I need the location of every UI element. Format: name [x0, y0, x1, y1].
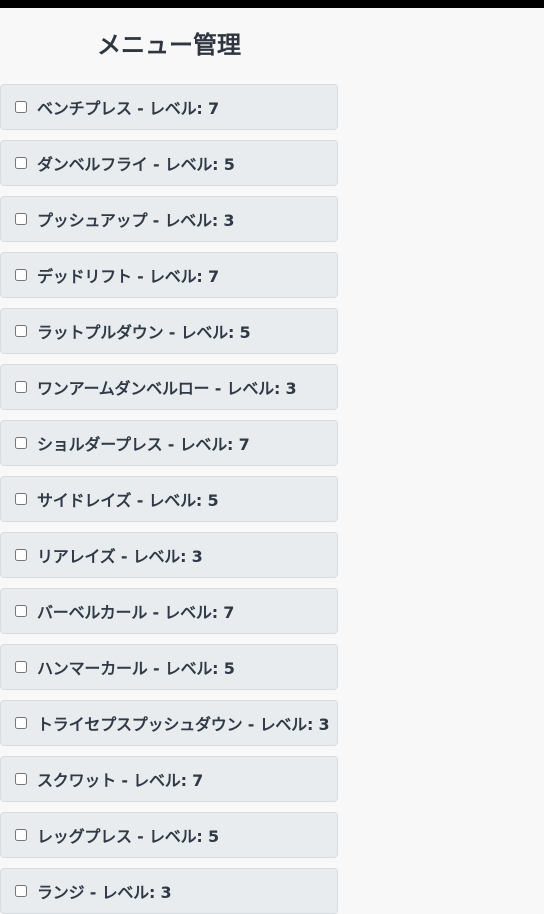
item-label: ダンベルフライ - レベル: 5	[37, 155, 235, 174]
item-label: プッシュアップ - レベル: 3	[37, 211, 235, 230]
list-item[interactable]: デッドリフト - レベル: 7	[0, 252, 338, 298]
item-checkbox[interactable]	[15, 269, 27, 281]
list-item[interactable]: ショルダープレス - レベル: 7	[0, 420, 338, 466]
item-checkbox[interactable]	[15, 325, 27, 337]
list-item[interactable]: ランジ - レベル: 3	[0, 868, 338, 914]
menu-list: ベンチプレス - レベル: 7 ダンベルフライ - レベル: 5 プッシュアップ…	[0, 84, 338, 914]
item-label: レッグプレス - レベル: 5	[37, 827, 219, 846]
item-checkbox[interactable]	[15, 101, 27, 113]
item-checkbox[interactable]	[15, 381, 27, 393]
page-title: メニュー管理	[97, 31, 241, 59]
top-bar	[0, 0, 544, 8]
item-label: バーベルカール - レベル: 7	[37, 603, 235, 622]
list-item[interactable]: トライセプスプッシュダウン - レベル: 3	[0, 700, 338, 746]
item-checkbox[interactable]	[15, 157, 27, 169]
item-checkbox[interactable]	[15, 661, 27, 673]
item-label: リアレイズ - レベル: 3	[37, 547, 203, 566]
list-item[interactable]: ラットプルダウン - レベル: 5	[0, 308, 338, 354]
item-checkbox[interactable]	[15, 829, 27, 841]
item-checkbox[interactable]	[15, 437, 27, 449]
list-item[interactable]: リアレイズ - レベル: 3	[0, 532, 338, 578]
item-label: ベンチプレス - レベル: 7	[37, 99, 219, 118]
item-label: トライセプスプッシュダウン - レベル: 3	[37, 715, 330, 734]
list-item[interactable]: スクワット - レベル: 7	[0, 756, 338, 802]
item-label: デッドリフト - レベル: 7	[37, 267, 219, 286]
item-checkbox[interactable]	[15, 717, 27, 729]
item-label: ワンアームダンベルロー - レベル: 3	[37, 379, 297, 398]
list-item[interactable]: ベンチプレス - レベル: 7	[0, 84, 338, 130]
item-label: ランジ - レベル: 3	[37, 883, 172, 902]
list-item[interactable]: ワンアームダンベルロー - レベル: 3	[0, 364, 338, 410]
list-item[interactable]: サイドレイズ - レベル: 5	[0, 476, 338, 522]
item-label: スクワット - レベル: 7	[37, 771, 204, 790]
item-checkbox[interactable]	[15, 885, 27, 897]
list-item[interactable]: プッシュアップ - レベル: 3	[0, 196, 338, 242]
list-item[interactable]: ダンベルフライ - レベル: 5	[0, 140, 338, 186]
item-label: ハンマーカール - レベル: 5	[37, 659, 235, 678]
item-checkbox[interactable]	[15, 605, 27, 617]
list-item[interactable]: レッグプレス - レベル: 5	[0, 812, 338, 858]
item-label: サイドレイズ - レベル: 5	[37, 491, 219, 510]
item-label: ショルダープレス - レベル: 7	[37, 435, 250, 454]
list-item[interactable]: ハンマーカール - レベル: 5	[0, 644, 338, 690]
item-checkbox[interactable]	[15, 493, 27, 505]
item-checkbox[interactable]	[15, 549, 27, 561]
item-label: ラットプルダウン - レベル: 5	[37, 323, 251, 342]
list-item[interactable]: バーベルカール - レベル: 7	[0, 588, 338, 634]
item-checkbox[interactable]	[15, 213, 27, 225]
item-checkbox[interactable]	[15, 773, 27, 785]
